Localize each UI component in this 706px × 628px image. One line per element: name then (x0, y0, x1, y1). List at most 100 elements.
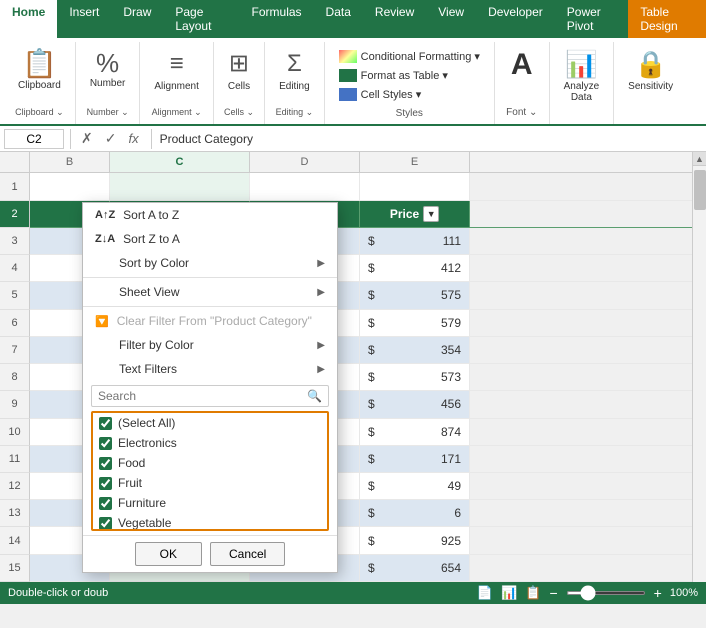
zoom-slider[interactable] (566, 591, 646, 595)
number-icon: % (96, 50, 119, 76)
tab-developer[interactable]: Developer (476, 0, 555, 38)
check-food[interactable]: Food (93, 453, 327, 473)
tab-view[interactable]: View (426, 0, 476, 38)
clear-filter-label: Clear Filter From "Product Category" (117, 314, 312, 328)
cell-e13[interactable]: $6 (360, 500, 470, 526)
cell-e6[interactable]: $579 (360, 310, 470, 336)
checkbox-fruit[interactable] (99, 477, 112, 490)
cell-e5[interactable]: $575 (360, 282, 470, 308)
font-btn[interactable]: A (505, 46, 539, 107)
tab-review[interactable]: Review (363, 0, 426, 38)
number-btn[interactable]: % Number (84, 46, 132, 107)
cells-group: ⊞ Cells Cells ⌄ (214, 42, 265, 124)
vertical-scrollbar[interactable]: ▲ (692, 152, 706, 582)
tab-power-pivot[interactable]: Power Pivot (555, 0, 629, 38)
checkbox-furniture[interactable] (99, 497, 112, 510)
cell-b1[interactable] (30, 173, 110, 199)
status-bar: Double-click or doub 📄 📊 📋 − + 100% (0, 582, 706, 604)
check-furniture[interactable]: Furniture (93, 493, 327, 513)
cell-e15[interactable]: $654 (360, 555, 470, 581)
price-filter-btn[interactable]: ▼ (423, 206, 439, 222)
tab-draw[interactable]: Draw (111, 0, 163, 38)
sensitivity-group: 🔒 Sensitivity (614, 42, 687, 124)
cancel-button[interactable]: Cancel (210, 542, 285, 566)
cell-styles-btn[interactable]: Cell Styles ▾ (335, 85, 484, 104)
styles-label: Styles (335, 108, 484, 119)
search-input[interactable] (98, 389, 303, 403)
cell-d1[interactable] (250, 173, 360, 199)
cell-e3[interactable]: $111 (360, 228, 470, 254)
sort-az-item[interactable]: A↑Z Sort A to Z (83, 203, 337, 227)
checkbox-electronics[interactable] (99, 437, 112, 450)
checkbox-select-all[interactable] (99, 417, 112, 430)
editing-group: Σ Editing Editing ⌄ (265, 42, 325, 124)
view-break-icon[interactable]: 📋 (525, 585, 541, 601)
confirm-icon[interactable]: ✓ (101, 130, 121, 147)
filter-dropdown[interactable]: A↑Z Sort A to Z Z↓A Sort Z to A Sort by … (82, 202, 338, 573)
cell-e4[interactable]: $412 (360, 255, 470, 281)
conditional-formatting-label: Conditional Formatting ▾ (361, 50, 480, 63)
row-num-6: 6 (0, 310, 30, 337)
check-label-vegetable: Vegetable (118, 516, 171, 530)
tab-insert[interactable]: Insert (57, 0, 111, 38)
scroll-thumb[interactable] (694, 170, 706, 210)
zoom-out-btn[interactable]: − (549, 585, 557, 601)
checkbox-vegetable[interactable] (99, 517, 112, 530)
col-b-header[interactable]: B (30, 152, 110, 172)
col-c-header[interactable]: C (110, 152, 250, 172)
scroll-up-btn[interactable]: ▲ (693, 152, 706, 166)
tab-table-design[interactable]: Table Design (628, 0, 706, 38)
number-expand: Number ⌄ (87, 107, 129, 118)
cell-e7[interactable]: $354 (360, 337, 470, 363)
analyze-btn[interactable]: 📊 AnalyzeData (558, 46, 606, 120)
check-fruit[interactable]: Fruit (93, 473, 327, 493)
editing-btn[interactable]: Σ Editing (273, 46, 316, 107)
clipboard-label: Clipboard (18, 80, 61, 91)
check-vegetable[interactable]: Vegetable (93, 513, 327, 531)
cells-btn[interactable]: ⊞ Cells (222, 46, 256, 107)
col-d-header[interactable]: D (250, 152, 360, 172)
cell-e14[interactable]: $925 (360, 527, 470, 553)
sort-za-label: Sort Z to A (123, 232, 180, 246)
sort-color-item[interactable]: Sort by Color ▶ (83, 251, 337, 275)
zoom-in-btn[interactable]: + (654, 585, 662, 601)
cell-e10[interactable]: $874 (360, 419, 470, 445)
tab-formulas[interactable]: Formulas (240, 0, 314, 38)
check-label-furniture: Furniture (118, 496, 166, 510)
check-electronics[interactable]: Electronics (93, 433, 327, 453)
ribbon-tab-bar: Home Insert Draw Page Layout Formulas Da… (0, 0, 706, 38)
format-table-btn[interactable]: Format as Table ▾ (335, 66, 484, 85)
view-normal-icon[interactable]: 📄 (477, 585, 493, 601)
check-select-all[interactable]: (Select All) (93, 413, 327, 433)
conditional-formatting-btn[interactable]: Conditional Formatting ▾ (335, 47, 484, 66)
filter-color-item[interactable]: Filter by Color ▶ (83, 333, 337, 357)
clipboard-btn[interactable]: 📋 Clipboard (12, 46, 67, 107)
sheet-view-item[interactable]: Sheet View ▶ (83, 280, 337, 304)
sensitivity-btn[interactable]: 🔒 Sensitivity (622, 46, 679, 120)
tab-page-layout[interactable]: Page Layout (163, 0, 239, 38)
cell-e8[interactable]: $573 (360, 364, 470, 390)
text-filters-item[interactable]: Text Filters ▶ (83, 357, 337, 381)
row-num-5: 5 (0, 282, 30, 309)
view-layout-icon[interactable]: 📊 (501, 585, 517, 601)
checkbox-food[interactable] (99, 457, 112, 470)
cell-e12[interactable]: $49 (360, 473, 470, 499)
check-label-electronics: Electronics (118, 436, 177, 450)
tab-data[interactable]: Data (314, 0, 363, 38)
alignment-btn[interactable]: ≡ Alignment (148, 46, 204, 107)
cell-e11[interactable]: $171 (360, 446, 470, 472)
analyze-label: AnalyzeData (564, 81, 600, 103)
cell-e2[interactable]: Price ▼ (360, 201, 470, 227)
clear-filter-item: 🔽 Clear Filter From "Product Category" (83, 309, 337, 333)
cell-ref-box[interactable] (4, 129, 64, 149)
col-e-header[interactable]: E (360, 152, 470, 172)
row-num-14: 14 (0, 527, 30, 554)
cancel-icon[interactable]: ✗ (77, 130, 97, 147)
cell-c1[interactable] (110, 173, 250, 199)
cell-e9[interactable]: $456 (360, 391, 470, 417)
tab-home[interactable]: Home (0, 0, 57, 38)
fx-icon[interactable]: fx (124, 131, 142, 146)
ok-button[interactable]: OK (135, 542, 202, 566)
sort-za-item[interactable]: Z↓A Sort Z to A (83, 227, 337, 251)
cell-e1[interactable] (360, 173, 470, 199)
